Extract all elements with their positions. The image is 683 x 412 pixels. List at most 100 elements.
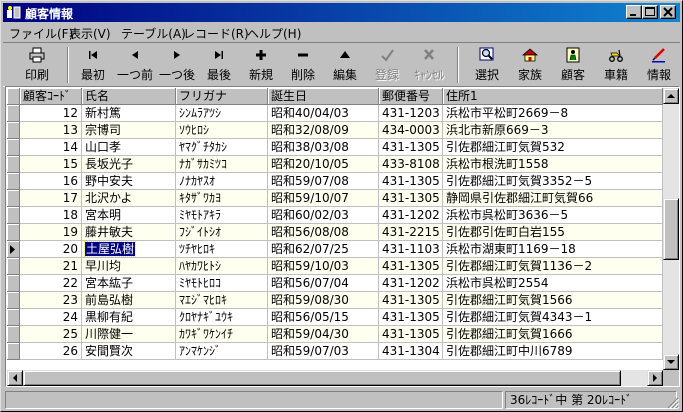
cell-customer-code[interactable]: 22 (20, 275, 82, 292)
cell-postal-code[interactable]: 431-1305 (379, 190, 443, 207)
table-row[interactable]: 25 川際健一 ｶﾜｷﾞﾜｹﾝｲﾁ 昭和59/04/30 431-1305 引佐郡細江町気… (7, 326, 663, 343)
row-indicator[interactable] (7, 173, 20, 190)
cell-furigana[interactable]: ﾅｶﾞｻｶﾐﾂｺ (176, 156, 268, 173)
cell-postal-code[interactable]: 431-1305 (379, 173, 443, 190)
table-row[interactable]: 14 山口孝 ﾔﾏｸﾞﾁﾀｶｼ 昭和38/03/08 431-1305 引佐郡細江町気賀5… (7, 139, 663, 156)
table-row[interactable]: 26 安間賢次 ｱﾝﾏｹﾝｼﾞ 昭和59/07/03 431-1304 引佐郡細江町中川6… (7, 343, 663, 360)
cell-postal-code[interactable]: 431-1202 (379, 275, 443, 292)
cell-customer-code[interactable]: 18 (20, 207, 82, 224)
customer-button[interactable]: 顧客 (553, 46, 593, 86)
close-button[interactable] (660, 5, 676, 19)
info-button[interactable]: 情報 (639, 46, 679, 86)
scroll-left-button[interactable] (7, 370, 23, 386)
cell-birthday[interactable]: 昭和59/10/07 (268, 190, 379, 207)
cell-name[interactable]: 宗博司 (82, 122, 176, 139)
cancel-button[interactable]: ｷｬﾝｾﾙ (409, 46, 449, 86)
cell-postal-code[interactable]: 431-2215 (379, 224, 443, 241)
title-bar[interactable]: 顧客情報 (3, 3, 680, 22)
delete-record-button[interactable]: 削除 (283, 46, 323, 86)
row-indicator[interactable] (7, 258, 20, 275)
cell-birthday[interactable]: 昭和59/10/03 (268, 258, 379, 275)
print-button[interactable]: 印刷 (17, 46, 57, 86)
cell-furigana[interactable]: ﾔﾏｸﾞﾁﾀｶｼ (176, 139, 268, 156)
row-indicator[interactable] (7, 343, 20, 360)
cell-name[interactable]: 宮本紘子 (82, 275, 176, 292)
table-row[interactable]: 24 黒柳有紀 ｸﾛﾔﾅｷﾞﾕｳｷ 昭和56/05/15 431-1305 引佐郡細江町気… (7, 309, 663, 326)
cell-birthday[interactable]: 昭和59/07/08 (268, 173, 379, 190)
cell-furigana[interactable]: ﾐﾔﾓﾄｱｷﾗ (176, 207, 268, 224)
cell-birthday[interactable]: 昭和56/05/15 (268, 309, 379, 326)
scroll-up-button[interactable] (663, 88, 679, 104)
cell-customer-code[interactable]: 14 (20, 139, 82, 156)
cell-furigana[interactable]: ｶﾜｷﾞﾜｹﾝｲﾁ (176, 326, 268, 343)
cell-furigana[interactable]: ﾏｴｼﾞﾏﾋﾛｷ (176, 292, 268, 309)
cell-postal-code[interactable]: 431-1305 (379, 309, 443, 326)
cell-customer-code[interactable]: 13 (20, 122, 82, 139)
cell-birthday[interactable]: 昭和32/08/09 (268, 122, 379, 139)
cell-customer-code[interactable]: 25 (20, 326, 82, 343)
cell-birthday[interactable]: 昭和60/02/03 (268, 207, 379, 224)
cell-name[interactable]: 早川均 (82, 258, 176, 275)
cell-name[interactable]: 山口孝 (82, 139, 176, 156)
cell-postal-code[interactable]: 431-1203 (379, 105, 443, 122)
row-indicator[interactable] (7, 224, 20, 241)
cell-name[interactable]: 長坂光子 (82, 156, 176, 173)
row-indicator[interactable] (7, 309, 20, 326)
cell-furigana[interactable]: ｿｳﾋﾛｼ (176, 122, 268, 139)
cell-furigana[interactable]: ﾌｼﾞｲﾄｼｵ (176, 224, 268, 241)
table-row[interactable]: 15 長坂光子 ﾅｶﾞｻｶﾐﾂｺ 昭和20/10/05 433-8108 浜松市根洗町15… (7, 156, 663, 173)
cell-postal-code[interactable]: 431-1305 (379, 326, 443, 343)
cell-birthday[interactable]: 昭和59/07/03 (268, 343, 379, 360)
row-indicator[interactable] (7, 207, 20, 224)
cell-postal-code[interactable]: 434-0003 (379, 122, 443, 139)
menu-record[interactable]: レコード(R) (183, 25, 249, 42)
cell-birthday[interactable]: 昭和56/07/04 (268, 275, 379, 292)
table-row[interactable]: 19 藤井敏夫 ﾌｼﾞｲﾄｼｵ 昭和56/08/08 431-2215 引佐郡引佐町白岩1… (7, 224, 663, 241)
cell-address1[interactable]: 引佐郡引佐町白岩155 (443, 224, 663, 241)
cell-birthday[interactable]: 昭和59/04/30 (268, 326, 379, 343)
cell-postal-code[interactable]: 433-8108 (379, 156, 443, 173)
first-record-button[interactable]: 最初 (73, 46, 113, 86)
select-button[interactable]: 選択 (467, 46, 507, 86)
cell-furigana[interactable]: ｷﾀｻﾞﾜｶﾖ (176, 190, 268, 207)
row-indicator[interactable] (7, 292, 20, 309)
cell-postal-code[interactable]: 431-1305 (379, 258, 443, 275)
menu-help[interactable]: ヘルプ(H) (247, 25, 301, 42)
cell-furigana[interactable]: ﾐﾔﾓﾄﾋﾛｺ (176, 275, 268, 292)
cell-customer-code[interactable]: 24 (20, 309, 82, 326)
cell-address1[interactable]: 引佐郡細江町気賀532 (443, 139, 663, 156)
cell-address1[interactable]: 浜北市新原669－3 (443, 122, 663, 139)
cell-postal-code[interactable]: 431-1305 (379, 139, 443, 156)
cell-address1[interactable]: 浜松市呉松町3636－5 (443, 207, 663, 224)
cell-customer-code[interactable]: 16 (20, 173, 82, 190)
cell-postal-code[interactable]: 431-1103 (379, 241, 443, 258)
horizontal-scrollbar[interactable] (7, 370, 663, 386)
row-indicator[interactable] (7, 275, 20, 292)
scroll-right-button[interactable] (647, 370, 663, 386)
cell-customer-code[interactable]: 21 (20, 258, 82, 275)
row-indicator[interactable] (7, 241, 20, 258)
cell-customer-code[interactable]: 20 (20, 241, 82, 258)
cell-furigana[interactable]: ﾉﾅｶﾔｽｵ (176, 173, 268, 190)
cell-name[interactable]: 宮本明 (82, 207, 176, 224)
cell-birthday[interactable]: 昭和59/08/30 (268, 292, 379, 309)
table-row[interactable]: 23 前島弘樹 ﾏｴｼﾞﾏﾋﾛｷ 昭和59/08/30 431-1305 引佐郡細江町気賀… (7, 292, 663, 309)
cell-address1[interactable]: 静岡県引佐郡細江町気賀66 (443, 190, 663, 207)
cell-customer-code[interactable]: 26 (20, 343, 82, 360)
cell-address1[interactable]: 引佐郡細江町気賀1136－2 (443, 258, 663, 275)
cell-furigana[interactable]: ｸﾛﾔﾅｷﾞﾕｳｷ (176, 309, 268, 326)
cell-birthday[interactable]: 昭和62/07/25 (268, 241, 379, 258)
row-indicator[interactable] (7, 326, 20, 343)
row-indicator[interactable] (7, 105, 20, 122)
cell-customer-code[interactable]: 15 (20, 156, 82, 173)
vertical-scroll-thumb[interactable] (663, 198, 679, 260)
register-button[interactable]: 登録 (367, 46, 407, 86)
cell-birthday[interactable]: 昭和56/08/08 (268, 224, 379, 241)
cell-furigana[interactable]: ﾂﾁﾔﾋﾛｷ (176, 241, 268, 258)
maximize-button[interactable] (642, 5, 658, 19)
cell-address1[interactable]: 浜松市呉松町2554 (443, 275, 663, 292)
row-indicator[interactable] (7, 122, 20, 139)
cell-birthday[interactable]: 昭和38/03/08 (268, 139, 379, 156)
row-indicator[interactable] (7, 156, 20, 173)
vertical-scrollbar[interactable] (663, 88, 679, 370)
